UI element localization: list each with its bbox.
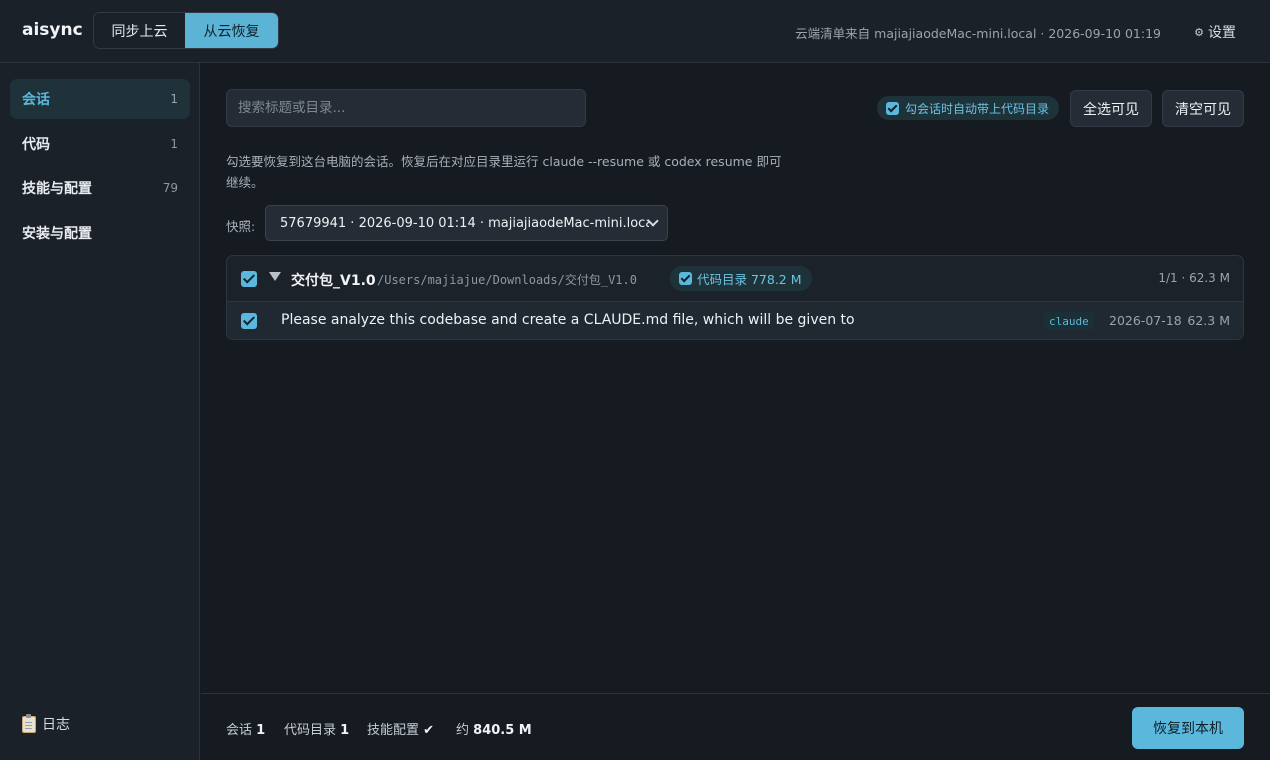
sidebar-item-install-config[interactable]: 安装与配置 (10, 213, 190, 253)
stat-value: 840.5 M (473, 723, 532, 738)
snapshot-select[interactable]: 57679941 · 2026-09-10 01:14 · majiajiaod… (265, 205, 668, 241)
footer-stat-skills: 技能配置 ✔ (367, 719, 434, 738)
sidebar-item-skills-config[interactable]: 技能与配置 79 (10, 168, 190, 208)
stat-label: 代码目录 (284, 723, 337, 738)
snapshot-selected-value: 57679941 · 2026-09-10 01:14 · majiajiaod… (280, 215, 649, 231)
code-dir-toggle[interactable]: 代码目录 778.2 M (670, 266, 812, 291)
sidebar-item-label: 会话 (22, 92, 50, 108)
sidebar: 会话 1 代码 1 技能与配置 79 安装与配置 日志 (0, 63, 200, 760)
sidebar-item-label: 技能与配置 (22, 181, 92, 197)
settings-label: 设置 (1208, 25, 1236, 41)
footer-bar: 会话 1 代码目录 1 技能配置 ✔ 约 840.5 M 恢复到本机 (201, 693, 1270, 760)
session-checkbox[interactable] (241, 313, 257, 329)
sidebar-item-count: 1 (170, 92, 178, 106)
tab-restore-from-cloud[interactable]: 从云恢复 (185, 13, 278, 48)
collapse-caret-icon[interactable] (269, 272, 281, 281)
project-group: 交付包_V1.0 /Users/majiajue/Downloads/交付包_V… (226, 255, 1244, 340)
log-link[interactable]: 日志 (22, 713, 70, 734)
restore-hint: 勾选要恢复到这台电脑的会话。恢复后在对应目录里运行 claude --resum… (226, 154, 782, 190)
stat-value: 1 (340, 723, 350, 738)
cloud-source-info: 云端清单来自 majiajiaodeMac-mini.local · 2026-… (795, 26, 1161, 41)
session-size: 62.3 M (1187, 313, 1230, 328)
code-dir-label: 代码目录 778.2 M (697, 272, 802, 287)
project-meta: 1/1 · 62.3 M (1158, 271, 1230, 285)
snapshot-label: 快照: (226, 219, 256, 234)
select-all-visible-button[interactable]: 全选可见 (1070, 90, 1152, 127)
footer-stat-sessions: 会话 1 (226, 719, 265, 738)
project-group-header: 交付包_V1.0 /Users/majiajue/Downloads/交付包_V… (227, 256, 1243, 302)
settings-button[interactable]: ⚙ 设置 (1194, 22, 1236, 42)
stat-value: 1 (256, 723, 266, 738)
log-label: 日志 (42, 717, 70, 733)
stat-label: 技能配置 (367, 723, 420, 738)
session-title: Please analyze this codebase and create … (281, 312, 855, 328)
mode-switch: 同步上云 从云恢复 (93, 12, 279, 49)
sidebar-item-sessions[interactable]: 会话 1 (10, 79, 190, 119)
project-name: 交付包_V1.0 (291, 273, 376, 289)
project-path: /Users/majiajue/Downloads/交付包_V1.0 (377, 273, 637, 287)
stat-label: 约 (456, 723, 470, 738)
sidebar-item-label: 安装与配置 (22, 226, 92, 242)
clear-visible-button[interactable]: 清空可见 (1162, 90, 1244, 127)
agent-badge: claude (1044, 312, 1094, 330)
footer-stat-code: 代码目录 1 (284, 719, 349, 738)
sidebar-item-count: 79 (162, 181, 178, 195)
check-mark-icon: ✔ (423, 723, 435, 738)
sidebar-item-code[interactable]: 代码 1 (10, 124, 190, 164)
auto-include-code-toggle[interactable]: 勾会话时自动带上代码目录 (877, 96, 1060, 120)
clipboard-icon (22, 713, 36, 733)
app-title: aisync (22, 20, 83, 40)
checkbox-checked[interactable] (886, 101, 899, 115)
auto-include-code-label: 勾会话时自动带上代码目录 (905, 101, 1050, 116)
stat-label: 会话 (226, 723, 253, 738)
top-bar: aisync 同步上云 从云恢复 云端清单来自 majiajiaodeMac-m… (0, 0, 1270, 63)
main-panel: 勾会话时自动带上代码目录 全选可见 清空可见 勾选要恢复到这台电脑的会话。恢复后… (201, 63, 1270, 693)
search-input[interactable] (226, 89, 586, 127)
footer-stat-size: 约 840.5 M (456, 719, 532, 738)
sidebar-item-label: 代码 (22, 137, 50, 153)
sidebar-item-count: 1 (170, 137, 178, 151)
session-row[interactable]: Please analyze this codebase and create … (227, 302, 1243, 339)
tab-sync-to-cloud[interactable]: 同步上云 (94, 13, 186, 48)
gear-icon: ⚙ (1194, 25, 1204, 39)
project-checkbox[interactable] (241, 271, 257, 287)
restore-to-local-button[interactable]: 恢复到本机 (1132, 707, 1244, 749)
chevron-down-icon (647, 215, 659, 227)
session-date: 2026-07-18 (1109, 313, 1182, 328)
checkbox-checked[interactable] (679, 272, 692, 285)
